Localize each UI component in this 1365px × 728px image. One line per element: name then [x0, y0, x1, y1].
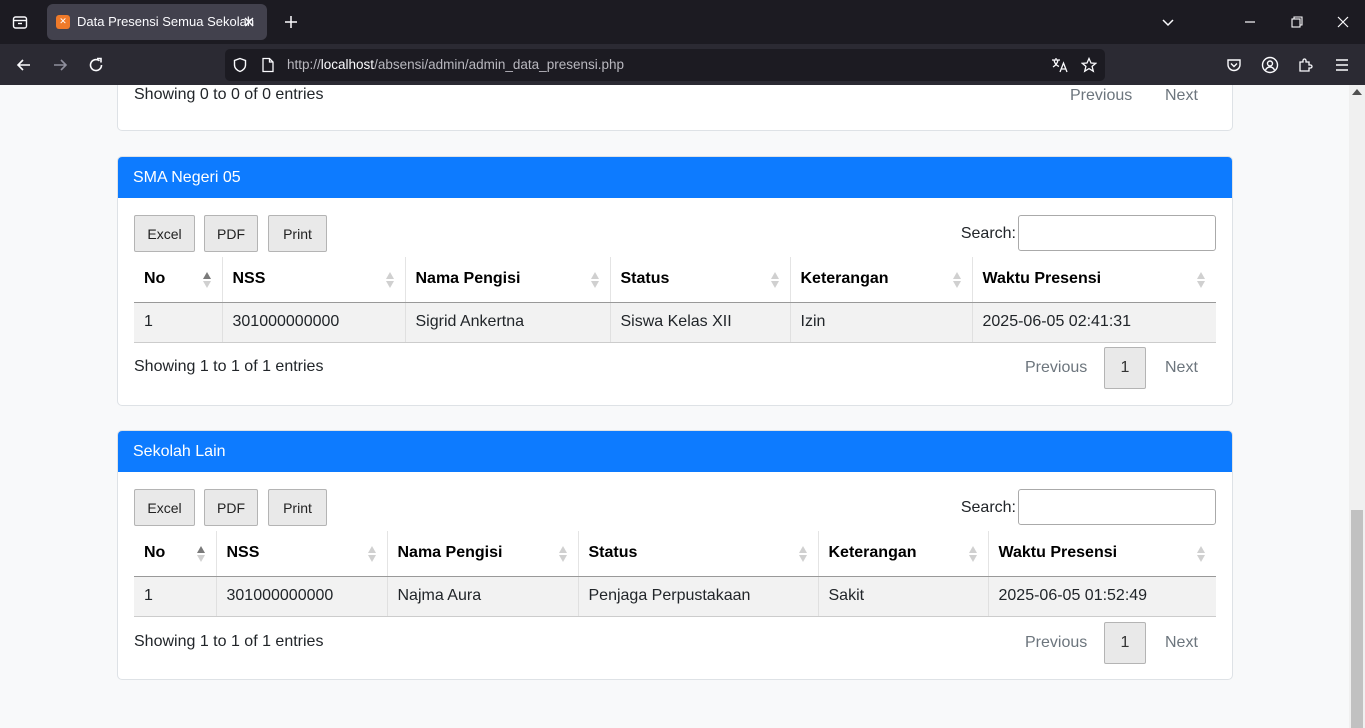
navigation-bar: http://localhost/absensi/admin/admin_dat… — [0, 44, 1365, 85]
print-button[interactable]: Print — [268, 489, 327, 526]
sort-icon — [385, 272, 395, 288]
extensions-icon[interactable] — [1292, 51, 1320, 79]
column-header-nss[interactable]: NSS — [216, 531, 388, 577]
excel-export-button[interactable]: Excel — [134, 489, 195, 526]
previous-page-button[interactable]: Previous — [1025, 634, 1087, 652]
xampp-favicon-icon: ✕ — [56, 15, 70, 29]
excel-export-button[interactable]: Excel — [134, 215, 195, 252]
cell-keterangan: Izin — [790, 302, 973, 343]
forward-arrow-icon[interactable] — [46, 51, 74, 79]
pdf-export-button[interactable]: PDF — [204, 489, 258, 526]
previous-school-card: Showing 0 to 0 of 0 entries Previous Nex… — [117, 85, 1233, 131]
close-window-icon[interactable] — [1329, 8, 1357, 36]
presensi-table: No NSS Nama Pengisi Status Keterangan Wa… — [134, 257, 1216, 343]
cell-waktu-presensi: 2025-06-05 01:52:49 — [988, 576, 1216, 617]
page-1-button[interactable]: 1 — [1104, 622, 1146, 664]
page-1-button[interactable]: 1 — [1104, 347, 1146, 389]
column-header-nama-pengisi[interactable]: Nama Pengisi — [387, 531, 579, 577]
search-input[interactable] — [1018, 489, 1216, 525]
cell-status: Siswa Kelas XII — [610, 302, 791, 343]
card-title: SMA Negeri 05 — [118, 157, 1232, 198]
table-row: 1 301000000000 Najma Aura Penjaga Perpus… — [134, 576, 1216, 617]
scrollbar-thumb[interactable] — [1351, 510, 1363, 728]
next-page-button[interactable]: Next — [1165, 634, 1198, 652]
column-header-no[interactable]: No — [134, 257, 223, 303]
close-tab-icon[interactable] — [239, 12, 259, 32]
school-card-sma-negeri-05: SMA Negeri 05 Excel PDF Print Search: No… — [117, 156, 1233, 406]
previous-page-button[interactable]: Previous — [1070, 87, 1132, 105]
column-header-keterangan[interactable]: Keterangan — [790, 257, 973, 303]
sort-icon — [590, 272, 600, 288]
cell-nss: 301000000000 — [222, 302, 406, 343]
table-info: Showing 0 to 0 of 0 entries — [134, 86, 324, 103]
column-header-nss[interactable]: NSS — [222, 257, 406, 303]
cell-nss: 301000000000 — [216, 576, 388, 617]
page-icon[interactable] — [257, 54, 279, 76]
tab-title: Data Presensi Semua Sekolah — [77, 14, 255, 29]
url-bar[interactable]: http://localhost/absensi/admin/admin_dat… — [225, 49, 1105, 81]
back-arrow-icon[interactable] — [10, 51, 38, 79]
page-viewport: Showing 0 to 0 of 0 entries Previous Nex… — [0, 85, 1349, 728]
cell-no: 1 — [134, 302, 223, 343]
shield-icon[interactable] — [229, 54, 251, 76]
sort-icon — [798, 546, 808, 562]
table-info: Showing 1 to 1 of 1 entries — [134, 358, 324, 375]
vertical-scrollbar[interactable] — [1349, 85, 1365, 728]
sort-icon — [1197, 546, 1206, 562]
table-row: 1 301000000000 Sigrid Ankertna Siswa Kel… — [134, 302, 1216, 343]
next-page-button[interactable]: Next — [1165, 359, 1198, 377]
sort-icon — [202, 272, 212, 288]
cell-waktu-presensi: 2025-06-05 02:41:31 — [972, 302, 1216, 343]
column-header-waktu-presensi[interactable]: Waktu Presensi — [988, 531, 1216, 577]
school-card-sekolah-lain: Sekolah Lain Excel PDF Print Search: No … — [117, 430, 1233, 680]
sort-icon — [770, 272, 780, 288]
column-header-no[interactable]: No — [134, 531, 217, 577]
reload-icon[interactable] — [82, 51, 110, 79]
search-label: Search: — [960, 225, 1016, 242]
sort-icon — [196, 546, 206, 562]
tab-bar: ✕ Data Presensi Semua Sekolah — [0, 0, 1365, 44]
search-label: Search: — [960, 499, 1016, 516]
column-header-keterangan[interactable]: Keterangan — [818, 531, 989, 577]
sort-icon — [558, 546, 568, 562]
cell-no: 1 — [134, 576, 217, 617]
column-header-status[interactable]: Status — [610, 257, 791, 303]
presensi-table: No NSS Nama Pengisi Status Keterangan Wa… — [134, 531, 1216, 617]
sort-icon — [1197, 272, 1206, 288]
cell-status: Penjaga Perpustakaan — [578, 576, 819, 617]
bookmark-star-icon[interactable] — [1078, 54, 1100, 76]
pdf-export-button[interactable]: PDF — [204, 215, 258, 252]
account-icon[interactable] — [1256, 51, 1284, 79]
sort-icon — [968, 546, 978, 562]
cell-nama-pengisi: Najma Aura — [387, 576, 579, 617]
previous-page-button[interactable]: Previous — [1025, 359, 1087, 377]
column-header-nama-pengisi[interactable]: Nama Pengisi — [405, 257, 611, 303]
translate-icon[interactable] — [1049, 54, 1071, 76]
scroll-up-arrow-icon[interactable] — [1352, 89, 1362, 95]
column-header-waktu-presensi[interactable]: Waktu Presensi — [972, 257, 1216, 303]
pocket-icon[interactable] — [1220, 51, 1248, 79]
menu-hamburger-icon[interactable] — [1328, 51, 1356, 79]
active-tab[interactable]: ✕ Data Presensi Semua Sekolah — [47, 4, 267, 40]
sort-icon — [367, 546, 377, 562]
new-tab-icon[interactable] — [279, 10, 303, 34]
list-all-tabs-icon[interactable] — [6, 8, 34, 36]
restore-icon[interactable] — [1283, 8, 1311, 36]
print-button[interactable]: Print — [268, 215, 327, 252]
cell-keterangan: Sakit — [818, 576, 989, 617]
sort-icon — [952, 272, 962, 288]
next-page-button[interactable]: Next — [1165, 87, 1198, 105]
search-input[interactable] — [1018, 215, 1216, 251]
cell-nama-pengisi: Sigrid Ankertna — [405, 302, 611, 343]
url-text[interactable]: http://localhost/absensi/admin/admin_dat… — [287, 57, 624, 72]
card-title: Sekolah Lain — [118, 431, 1232, 472]
column-header-status[interactable]: Status — [578, 531, 819, 577]
minimize-icon[interactable] — [1236, 8, 1264, 36]
table-info: Showing 1 to 1 of 1 entries — [134, 633, 324, 650]
chevron-down-icon[interactable] — [1154, 8, 1182, 36]
